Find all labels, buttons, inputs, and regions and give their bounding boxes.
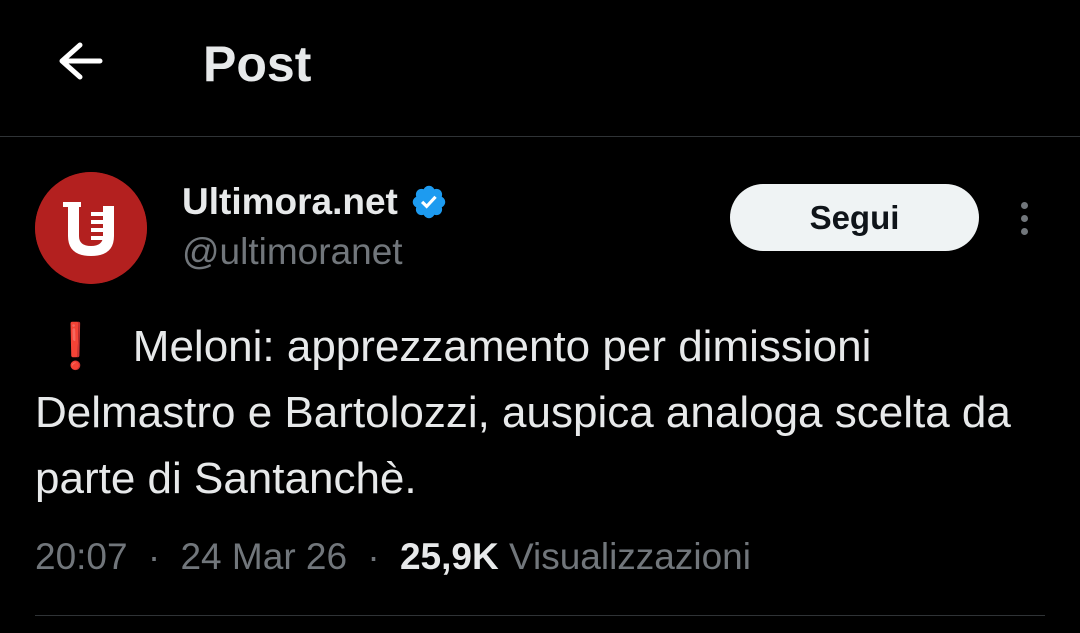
dot <box>1020 214 1028 222</box>
ultimora-logo <box>35 172 147 284</box>
meta-separator: · <box>367 536 380 577</box>
top-bar: Post <box>0 0 1080 137</box>
dot <box>1020 227 1028 235</box>
meta-separator: · <box>147 536 161 577</box>
post-text: ❗ Meloni: apprezzamento per dimissioni De… <box>35 314 1045 512</box>
exclamation-emoji: ❗ <box>48 322 103 371</box>
author-handle[interactable]: @ultimoranet <box>182 230 403 274</box>
divider <box>35 615 1045 616</box>
views-count[interactable]: 25,9K <box>400 536 499 577</box>
verified-badge-icon <box>410 183 448 221</box>
post-date[interactable]: 24 Mar 26 <box>180 536 347 577</box>
post-body: Meloni: apprezzamento per dimissioni Del… <box>35 322 1024 503</box>
more-vertical-icon[interactable] <box>1004 196 1044 240</box>
arrow-left-icon <box>54 41 104 86</box>
post-meta: 20:07 · 24 Mar 26 · 25,9K Visualizzazion… <box>35 534 751 580</box>
dot <box>1020 201 1028 209</box>
post-time[interactable]: 20:07 <box>35 536 128 577</box>
follow-button[interactable]: Segui <box>730 184 979 251</box>
author-display-name: Ultimora.net <box>182 181 398 222</box>
avatar[interactable] <box>35 172 147 284</box>
back-button[interactable] <box>48 32 110 94</box>
page-title: Post <box>203 36 312 92</box>
views-label[interactable]: Visualizzazioni <box>509 536 751 577</box>
author-name[interactable]: Ultimora.net <box>182 180 448 224</box>
post-screen: Post Ultimora.net @ultimoranet Segui ❗ Me <box>0 0 1080 633</box>
